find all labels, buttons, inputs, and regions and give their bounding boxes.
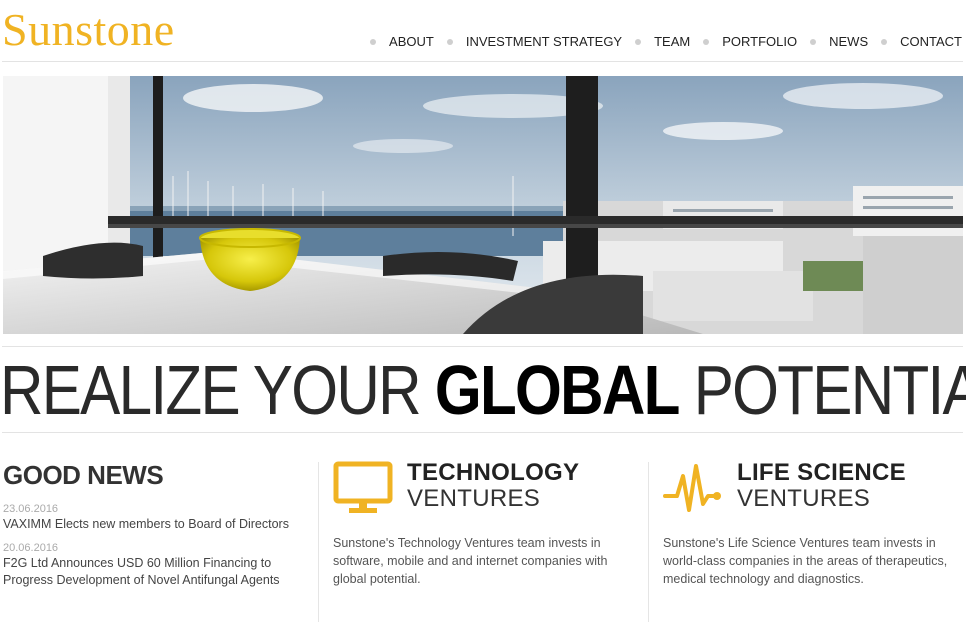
nav-item-label: PORTFOLIO — [722, 34, 798, 49]
tagline-emphasis: GLOBAL — [434, 351, 681, 429]
news-date: 20.06.2016 — [3, 542, 59, 554]
life-science-title-bold: LIFE SCIENCE — [737, 459, 906, 486]
technology-ventures-description: Sunstone's Technology Ventures team inve… — [333, 536, 608, 586]
sunstone-logo[interactable]: Sunstone — [2, 4, 175, 56]
life-science-ventures-header[interactable]: LIFE SCIENCE VENTURES — [663, 460, 963, 518]
column-divider — [318, 462, 319, 622]
life-science-ventures-description: Sunstone's Life Science Ventures team in… — [663, 536, 948, 586]
news-heading: GOOD NEWS — [3, 460, 164, 490]
nav-item-label: ABOUT — [389, 34, 434, 49]
nav-item-label: INVESTMENT STRATEGY — [465, 34, 623, 49]
tagline-part1: REALIZE YOUR — [0, 351, 435, 429]
news-section: GOOD NEWS 23.06.2016 VAXIMM Elects new m… — [3, 458, 303, 597]
nav-item-investment-strategy[interactable]: INVESTMENT STRATEGY — [446, 34, 623, 49]
life-science-ventures-section: LIFE SCIENCE VENTURES Sunstone's Life Sc… — [663, 460, 963, 588]
nav-dot-icon — [446, 38, 453, 45]
nav-item-portfolio[interactable]: PORTFOLIO — [703, 34, 797, 49]
nav-dot-icon — [635, 38, 642, 45]
nav-item-label: NEWS — [829, 34, 869, 49]
technology-ventures-section: TECHNOLOGY VENTURES Sunstone's Technolog… — [333, 460, 633, 588]
nav-dot-icon — [703, 38, 710, 45]
nav-dot-icon — [810, 38, 817, 45]
site-header: Sunstone ABOUT INVESTMENT STRATEGY TEAM … — [0, 0, 966, 62]
hero-image — [3, 76, 963, 334]
nav-item-label: CONTACT — [900, 34, 962, 49]
tagline-top-divider — [2, 346, 963, 347]
nav-item-team[interactable]: TEAM — [635, 34, 690, 49]
heartbeat-icon — [663, 464, 721, 512]
main-nav: ABOUT INVESTMENT STRATEGY TEAM PORTFOLIO… — [357, 34, 962, 49]
technology-ventures-header[interactable]: TECHNOLOGY VENTURES — [333, 460, 633, 518]
life-science-ventures-title: LIFE SCIENCE VENTURES — [737, 460, 906, 512]
tagline-headline: REALIZE YOUR GLOBAL POTENTIAL — [0, 351, 966, 429]
monitor-icon — [333, 461, 393, 513]
nav-dot-icon — [370, 38, 377, 45]
header-divider — [2, 61, 963, 62]
news-date: 23.06.2016 — [3, 503, 59, 515]
nav-item-about[interactable]: ABOUT — [370, 34, 434, 49]
tagline-bottom-divider — [2, 432, 963, 433]
technology-title-bold: TECHNOLOGY — [407, 459, 580, 486]
office-view-harbor-photo — [3, 76, 963, 334]
column-divider — [648, 462, 649, 622]
news-item-link[interactable]: VAXIMM Elects new members to Board of Di… — [3, 516, 303, 533]
nav-item-label: TEAM — [654, 34, 691, 49]
nav-item-contact[interactable]: CONTACT — [881, 34, 962, 49]
tagline-part3: POTENTIAL — [693, 351, 966, 429]
nav-item-news[interactable]: NEWS — [810, 34, 868, 49]
news-item-link[interactable]: F2G Ltd Announces USD 60 Million Financi… — [3, 555, 288, 589]
technology-ventures-title: TECHNOLOGY VENTURES — [407, 460, 579, 512]
technology-title-light: VENTURES — [407, 485, 541, 512]
nav-dot-icon — [881, 38, 888, 45]
life-science-title-light: VENTURES — [737, 485, 871, 512]
